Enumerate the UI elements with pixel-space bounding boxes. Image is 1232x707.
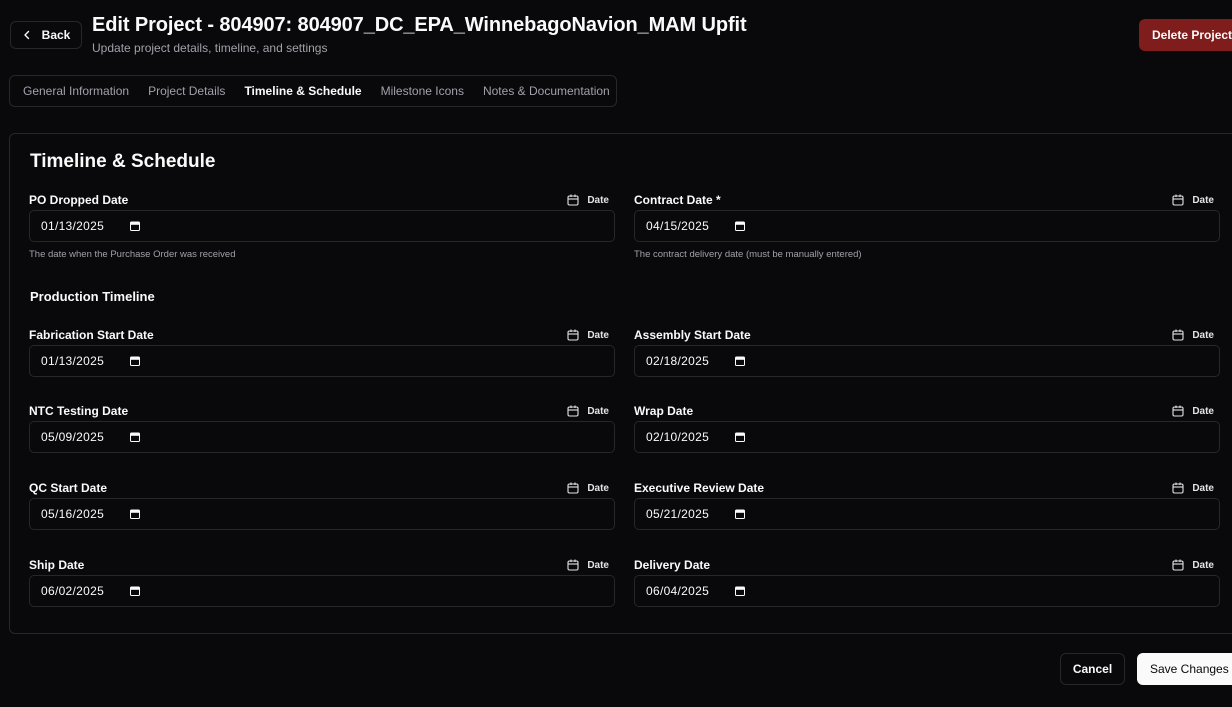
field-help: The date when the Purchase Order was rec…: [29, 249, 236, 260]
calendar-picker-icon[interactable]: [130, 221, 140, 231]
calendar-icon: [567, 194, 579, 206]
field-hint: Date: [567, 194, 609, 206]
qc-start-date-input[interactable]: 05/16/2025: [29, 498, 615, 530]
field-label: Delivery Date: [634, 558, 711, 572]
date-value: 06/02/2025: [41, 584, 105, 598]
field-hint: Date: [1172, 405, 1214, 417]
calendar-icon: [1172, 559, 1184, 571]
tab-list: General Information Project Details Time…: [9, 75, 617, 107]
field-hint-label: Date: [1192, 329, 1214, 341]
assembly-start-date-input[interactable]: 02/18/2025: [634, 345, 1220, 377]
calendar-picker-icon[interactable]: [735, 586, 745, 596]
date-value: 04/15/2025: [646, 219, 710, 233]
date-value: 05/16/2025: [41, 507, 105, 521]
field-hint-label: Date: [587, 194, 609, 206]
calendar-icon: [567, 482, 579, 494]
field-hint-label: Date: [587, 329, 609, 341]
field-hint: Date: [567, 482, 609, 494]
ntc-testing-date-input[interactable]: 05/09/2025: [29, 421, 615, 453]
date-value: 05/21/2025: [646, 507, 710, 521]
date-value: 05/09/2025: [41, 430, 105, 444]
calendar-picker-icon[interactable]: [130, 356, 140, 366]
wrap-date-input[interactable]: 02/10/2025: [634, 421, 1220, 453]
field-hint-label: Date: [587, 559, 609, 571]
field-hint-label: Date: [1192, 559, 1214, 571]
field-label: Ship Date: [29, 558, 85, 572]
calendar-picker-icon[interactable]: [735, 356, 745, 366]
calendar-picker-icon[interactable]: [735, 432, 745, 442]
field-label: Assembly Start Date: [634, 328, 751, 342]
date-value: 01/13/2025: [41, 219, 105, 233]
field-label: QC Start Date: [29, 481, 108, 495]
field-hint-label: Date: [587, 482, 609, 494]
calendar-picker-icon[interactable]: [735, 509, 745, 519]
tab-notes-documentation[interactable]: Notes & Documentation: [483, 84, 610, 98]
ship-date-input[interactable]: 06/02/2025: [29, 575, 615, 607]
field-hint-label: Date: [1192, 405, 1214, 417]
field-label: PO Dropped Date: [29, 193, 129, 207]
field-label: Wrap Date: [634, 404, 694, 418]
date-value: 06/04/2025: [646, 584, 710, 598]
calendar-icon: [567, 405, 579, 417]
tab-timeline-schedule[interactable]: Timeline & Schedule: [244, 84, 361, 98]
calendar-icon: [567, 559, 579, 571]
date-value: 02/18/2025: [646, 354, 710, 368]
calendar-icon: [1172, 482, 1184, 494]
executive-review-date-input[interactable]: 05/21/2025: [634, 498, 1220, 530]
field-hint: Date: [1172, 329, 1214, 341]
date-value: 01/13/2025: [41, 354, 105, 368]
field-hint: Date: [1172, 559, 1214, 571]
calendar-icon: [1172, 329, 1184, 341]
calendar-picker-icon[interactable]: [130, 432, 140, 442]
back-button[interactable]: Back: [10, 21, 82, 49]
tab-milestone-icons[interactable]: Milestone Icons: [381, 84, 464, 98]
calendar-icon: [1172, 405, 1184, 417]
calendar-picker-icon[interactable]: [735, 221, 745, 231]
card-title: Timeline & Schedule: [30, 151, 216, 172]
contract-date-input[interactable]: 04/15/2025: [634, 210, 1220, 242]
field-hint-label: Date: [587, 405, 609, 417]
field-hint: Date: [567, 405, 609, 417]
field-hint: Date: [567, 559, 609, 571]
date-value: 02/10/2025: [646, 430, 710, 444]
delivery-date-input[interactable]: 06/04/2025: [634, 575, 1220, 607]
calendar-picker-icon[interactable]: [130, 586, 140, 596]
po-dropped-date-input[interactable]: 01/13/2025: [29, 210, 615, 242]
cancel-button[interactable]: Cancel: [1060, 653, 1125, 685]
page-subtitle: Update project details, timeline, and se…: [92, 41, 328, 55]
tab-project-details[interactable]: Project Details: [148, 84, 225, 98]
back-label: Back: [41, 28, 71, 42]
timeline-card: [9, 133, 1232, 634]
calendar-icon: [1172, 194, 1184, 206]
field-hint-label: Date: [1192, 194, 1214, 206]
calendar-icon: [567, 329, 579, 341]
field-label: Fabrication Start Date: [29, 328, 154, 342]
field-help: The contract delivery date (must be manu…: [634, 249, 862, 260]
production-timeline-heading: Production Timeline: [30, 289, 155, 304]
page-title: Edit Project - 804907: 804907_DC_EPA_Win…: [92, 14, 747, 36]
save-changes-button[interactable]: Save Changes: [1137, 653, 1232, 685]
edit-project-page: Back Edit Project - 804907: 804907_DC_EP…: [0, 0, 1232, 707]
field-label: NTC Testing Date: [29, 404, 129, 418]
tab-general-information[interactable]: General Information: [23, 84, 129, 98]
field-hint: Date: [1172, 482, 1214, 494]
field-label: Contract Date *: [634, 193, 721, 207]
field-hint: Date: [567, 329, 609, 341]
chevron-left-icon: [23, 30, 29, 40]
delete-project-button[interactable]: Delete Project: [1139, 19, 1232, 51]
field-label: Executive Review Date: [634, 481, 765, 495]
field-hint-label: Date: [1192, 482, 1214, 494]
calendar-picker-icon[interactable]: [130, 509, 140, 519]
fabrication-start-date-input[interactable]: 01/13/2025: [29, 345, 615, 377]
field-hint: Date: [1172, 194, 1214, 206]
